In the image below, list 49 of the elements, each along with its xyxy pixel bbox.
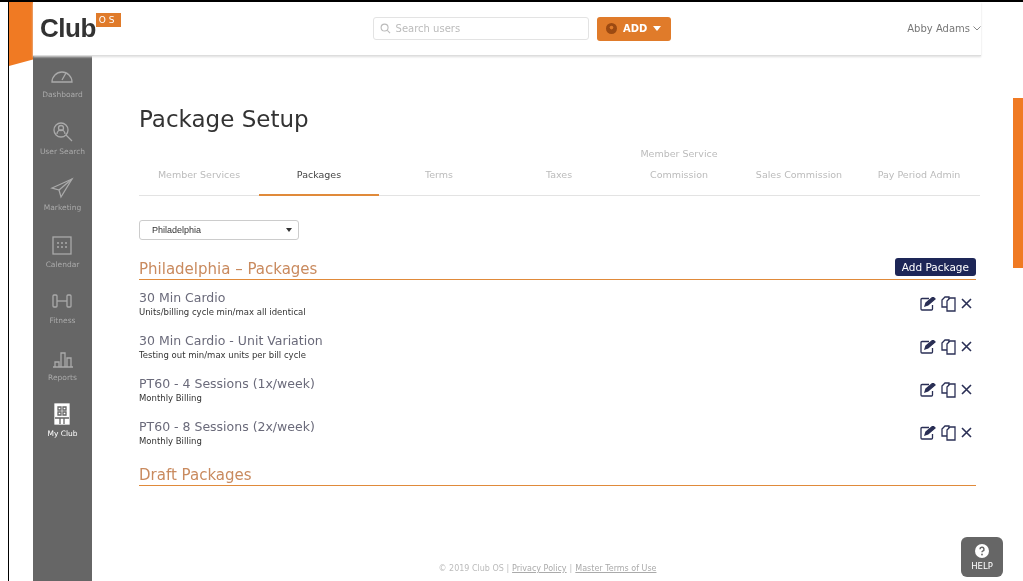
calendar-icon (50, 233, 75, 256)
tab[interactable]: Member Service Commission (619, 144, 739, 196)
edit-icon[interactable] (920, 296, 936, 311)
caret-icon (653, 26, 662, 31)
footer-link[interactable]: Master Terms of Use (575, 564, 657, 573)
edit-icon[interactable] (920, 425, 936, 440)
package-name[interactable]: 30 Min Cardio - Unit Variation (139, 333, 323, 348)
package-name[interactable]: PT60 - 8 Sessions (2x/week) (139, 419, 315, 434)
section-title: Draft Packages (139, 466, 252, 484)
chevron-icon (973, 26, 981, 31)
package-description: Testing out min/max units per bill cycle (139, 350, 307, 360)
tab[interactable]: Pay Period Admin (859, 144, 979, 196)
copy-icon[interactable] (941, 338, 956, 355)
tab[interactable]: Terms (379, 144, 499, 196)
package-description: Monthly Billing (139, 436, 203, 446)
accent-stripe (9, 2, 33, 66)
tab[interactable]: Taxes (499, 144, 619, 196)
copy-icon[interactable] (941, 381, 956, 398)
edit-icon[interactable] (920, 339, 936, 354)
edit-icon[interactable] (920, 382, 936, 397)
user-icon (605, 23, 617, 34)
delete-icon[interactable] (961, 341, 972, 352)
copy-icon[interactable] (941, 295, 956, 312)
package-name[interactable]: 30 Min Cardio (139, 290, 306, 305)
help-button[interactable]: HELP (961, 537, 1003, 577)
delete-icon[interactable] (961, 298, 972, 309)
add-button[interactable]: ADD (596, 16, 671, 41)
caret-icon (286, 228, 292, 232)
copy-icon[interactable] (941, 424, 956, 441)
package-description: Monthly Billing (139, 393, 203, 403)
paper-plane-icon (50, 177, 75, 199)
add-package-button[interactable]: Add Package (894, 258, 976, 276)
tab[interactable]: Sales Commission (739, 144, 859, 196)
location-select[interactable]: Philadelphia (139, 220, 299, 240)
help-icon (975, 543, 989, 558)
copyright-text: © 2019 Club OS | (438, 564, 510, 573)
tab[interactable]: Member Services (139, 144, 259, 196)
delete-icon[interactable] (961, 427, 972, 438)
user-menu[interactable]: Abby Adams (907, 23, 981, 34)
search-field[interactable]: Search users (372, 17, 589, 40)
footer-link[interactable]: Privacy Policy (512, 564, 567, 573)
package-name[interactable]: PT60 - 4 Sessions (1x/week) (139, 376, 315, 391)
separator-text: | (569, 564, 573, 573)
package-description: Units/billing cycle min/max all identical (139, 307, 306, 317)
tab[interactable]: Packages (259, 144, 379, 196)
section-title: Philadelphia – Packages (139, 260, 318, 278)
search-icon (50, 120, 75, 143)
page-title: Package Setup (139, 106, 310, 132)
delete-icon[interactable] (961, 384, 972, 395)
